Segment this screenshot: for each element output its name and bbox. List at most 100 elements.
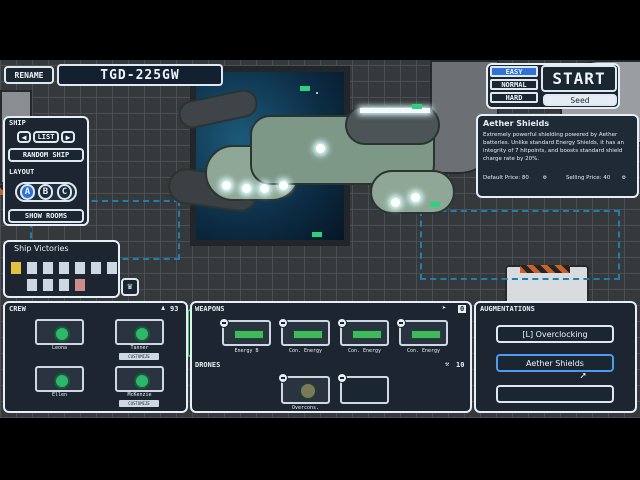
remove-drone-button-2[interactable]: [337, 373, 347, 383]
next-ship-button[interactable]: ▶: [61, 131, 75, 143]
arrow-left-icon: ◀: [21, 132, 27, 142]
augment-slot-1[interactable]: [L] Overclocking: [496, 325, 614, 343]
augment-slot-3[interactable]: [496, 385, 614, 403]
weapon-mount: [412, 104, 422, 109]
weapon-slot-1[interactable]: [222, 320, 271, 346]
rename-button[interactable]: RENAME: [4, 66, 54, 84]
victory-badge-icon: [74, 278, 86, 292]
crew-human-icon: [54, 326, 70, 342]
ship-engine-bottom: [370, 170, 455, 214]
customize-button-4[interactable]: CUSTOMIZE: [119, 400, 159, 407]
trophy-button[interactable]: ♛: [121, 278, 139, 296]
arrow-right-icon: ▶: [65, 132, 71, 142]
layout-b-button[interactable]: B: [38, 184, 53, 200]
hard-button[interactable]: HARD: [490, 92, 538, 103]
start-button[interactable]: START: [541, 65, 617, 92]
easy-button[interactable]: EASY: [490, 66, 538, 77]
missile-icon: ➤: [442, 304, 447, 312]
layout-c-button[interactable]: C: [57, 184, 72, 200]
victory-badge-icon: [90, 261, 102, 275]
missile-count: 0: [458, 305, 467, 313]
crew-slot-3[interactable]: [35, 366, 84, 392]
crew-name-3: Ellen: [51, 392, 68, 398]
ship-light: [391, 198, 400, 207]
bottom-letterbox: [0, 418, 640, 480]
weapon-slot-3[interactable]: [340, 320, 389, 346]
trophy-icon: ♛: [127, 282, 133, 292]
weapon-slot-4[interactable]: [399, 320, 448, 346]
hangar-screen: RENAME TGD-225GW SHIP ◀ LIST ▶ RANDOM SH…: [0, 60, 640, 418]
drones-label: DRONES: [195, 361, 221, 369]
weapon-mount: [300, 86, 310, 91]
crew-human-icon: [134, 326, 150, 342]
star: [316, 92, 318, 94]
crew-icon: ♟: [161, 304, 166, 312]
crew-name-2: Tanner: [130, 345, 149, 351]
victory-badge-icon: [10, 261, 22, 275]
weapons-label: WEAPONS: [195, 305, 225, 313]
victory-badge-icon: [58, 261, 70, 275]
drone-slot-1[interactable]: [281, 376, 330, 404]
crew-human-icon: [54, 373, 70, 389]
crew-name-4: McKenzie: [127, 392, 152, 398]
mouse-cursor-icon: ➚: [580, 371, 587, 382]
victory-badge-icon: [26, 278, 38, 292]
scrap-icon: ⚙: [543, 174, 547, 181]
seed-field[interactable]: Seed: [543, 94, 617, 106]
crew-slot-2[interactable]: [115, 319, 164, 345]
remove-weapon-button-1[interactable]: [219, 318, 229, 328]
ship-label: SHIP: [9, 119, 26, 127]
weapon-icon: [411, 330, 441, 339]
show-rooms-button[interactable]: SHOW ROOMS: [8, 209, 84, 223]
ship-light: [222, 181, 231, 190]
drone-parts-count: 10: [456, 361, 465, 369]
drone-slot-2[interactable]: [340, 376, 389, 404]
customize-button-2[interactable]: CUSTOMIZE: [119, 353, 159, 360]
list-button[interactable]: LIST: [33, 131, 59, 143]
crew-slot-1[interactable]: [35, 319, 84, 345]
drone-parts-icon: ⚒: [445, 360, 450, 368]
tooltip-title: Aether Shields: [483, 119, 550, 128]
weapon-slot-2[interactable]: [281, 320, 330, 346]
victory-badge-icon: [42, 261, 54, 275]
random-ship-button[interactable]: RANDOM SHIP: [8, 148, 84, 162]
crew-count: 93: [170, 305, 179, 313]
crew-human-icon: [134, 373, 150, 389]
layout-label: LAYOUT: [9, 168, 35, 176]
pipe-grid: [420, 210, 620, 280]
selling-price: Selling Price: 40: [566, 175, 611, 181]
victory-badge-icon: [42, 278, 54, 292]
crew-label: CREW: [9, 305, 26, 313]
remove-weapon-button-2[interactable]: [278, 318, 288, 328]
weapon-name-3: Con. Energy: [347, 348, 382, 354]
default-price: Default Price: 80: [483, 175, 529, 181]
victory-badge-icon: [74, 261, 86, 275]
drone-icon: [300, 383, 316, 399]
weapon-name-1: Energy B: [234, 348, 259, 354]
ship-light: [279, 181, 288, 190]
victory-badge-icon: [106, 261, 118, 275]
ship-light: [260, 184, 269, 193]
ship-light: [242, 184, 251, 193]
weapons-drones-panel: [190, 301, 472, 413]
prev-ship-button[interactable]: ◀: [17, 131, 31, 143]
remove-weapon-button-3[interactable]: [337, 318, 347, 328]
ship-light: [316, 144, 325, 153]
victory-badge-icon: [26, 261, 38, 275]
crew-name-1: Leona: [51, 345, 68, 351]
victories-label: Ship Victories: [14, 244, 69, 253]
ship-name-field[interactable]: TGD-225GW: [57, 64, 223, 86]
normal-button[interactable]: NORMAL: [490, 79, 538, 90]
weapon-name-2: Con. Energy: [288, 348, 323, 354]
remove-weapon-button-4[interactable]: [396, 318, 406, 328]
crew-slot-4[interactable]: [115, 366, 164, 392]
scrap-icon: ⚙: [622, 174, 626, 181]
drone-name-1: Overcons.: [291, 405, 320, 411]
weapon-mount: [312, 232, 322, 237]
layout-a-button[interactable]: A: [20, 184, 35, 200]
augment-slot-2[interactable]: Aether Shields: [496, 354, 614, 372]
weapon-icon: [352, 330, 382, 339]
remove-drone-button-1[interactable]: [278, 373, 288, 383]
weapon-icon: [234, 330, 264, 339]
weapon-icon: [293, 330, 323, 339]
